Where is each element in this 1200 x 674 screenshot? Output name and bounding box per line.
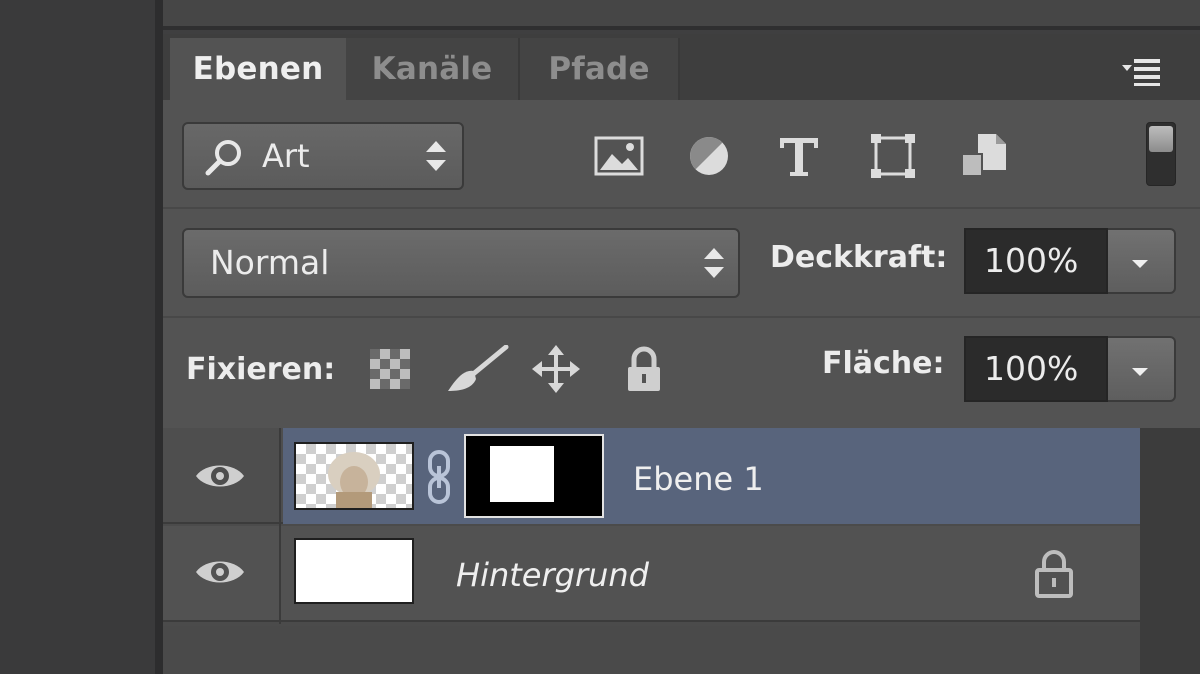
panel-divider[interactable] <box>155 0 163 674</box>
select-arrows-icon <box>704 248 724 278</box>
opacity-dropdown-button[interactable] <box>1108 228 1176 294</box>
type-filter-icon[interactable] <box>772 132 826 180</box>
layer-mask-white-area <box>490 446 554 502</box>
layer-name[interactable]: Hintergrund <box>456 556 649 594</box>
blend-mode-value: Normal <box>210 243 330 282</box>
layers-scrollbar[interactable] <box>1140 428 1200 674</box>
lock-label: Fixieren: <box>186 352 336 387</box>
left-panel-strip <box>0 0 155 674</box>
link-chain-icon[interactable] <box>424 448 454 506</box>
layer-lock-icon <box>1035 550 1073 598</box>
layers-empty-area <box>163 626 1140 674</box>
layer-name[interactable]: Ebene 1 <box>633 460 764 498</box>
upper-panel-area <box>163 0 1200 30</box>
tab-pfade[interactable]: Pfade <box>520 38 680 100</box>
fill-label: Fläche: <box>822 346 945 381</box>
layer-thumbnail[interactable] <box>294 442 414 510</box>
search-icon <box>205 140 241 176</box>
shape-filter-icon[interactable] <box>866 132 920 180</box>
panel-menu-icon[interactable] <box>1122 55 1160 87</box>
opacity-label: Deckkraft: <box>770 240 948 275</box>
fill-dropdown-button[interactable] <box>1108 336 1176 402</box>
smart-object-filter-icon[interactable] <box>956 132 1010 180</box>
filter-type-value: Art <box>262 137 310 175</box>
opacity-input[interactable]: 100% <box>964 228 1108 294</box>
filter-toggle-knob[interactable] <box>1149 126 1173 152</box>
lock-transparent-pixels-icon[interactable] <box>366 345 414 393</box>
chevron-down-icon <box>1132 368 1148 376</box>
layer-thumbnail-image <box>328 452 380 508</box>
fill-input[interactable]: 100% <box>964 336 1108 402</box>
background-thumbnail[interactable] <box>294 538 414 604</box>
adjustment-filter-icon[interactable] <box>682 132 736 180</box>
image-filter-icon[interactable] <box>592 132 646 180</box>
visibility-column-divider <box>279 428 281 624</box>
chevron-down-icon <box>1132 260 1148 268</box>
tab-kanaele[interactable]: Kanäle <box>346 38 520 100</box>
select-arrows-icon <box>426 141 446 171</box>
divider <box>163 316 1200 318</box>
tab-ebenen[interactable]: Ebenen <box>170 38 346 100</box>
visibility-eye-icon[interactable] <box>192 456 248 496</box>
visibility-eye-icon[interactable] <box>192 552 248 592</box>
lock-all-icon[interactable] <box>620 345 668 393</box>
lock-image-pixels-brush-icon[interactable] <box>446 345 510 393</box>
lock-position-move-icon[interactable] <box>532 345 580 393</box>
divider <box>163 207 1200 209</box>
